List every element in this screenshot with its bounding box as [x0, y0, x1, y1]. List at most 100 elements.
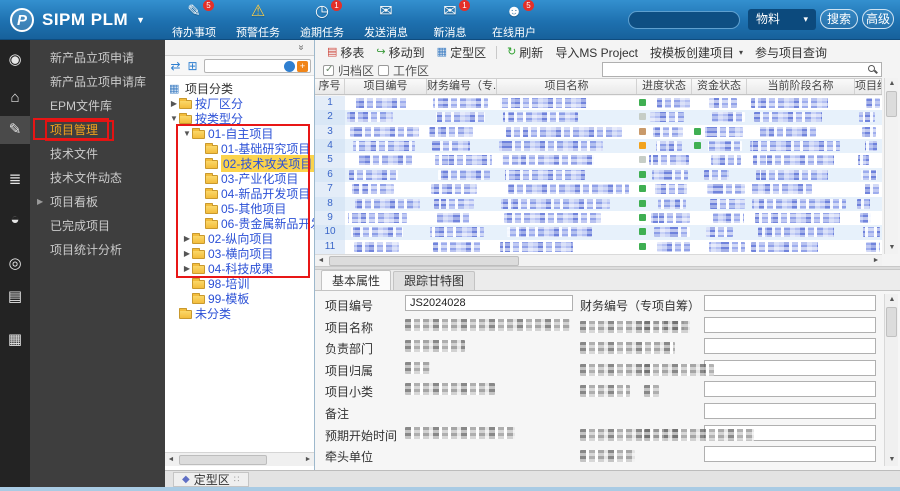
project-search-input[interactable] [602, 62, 882, 77]
scroll-track[interactable] [327, 255, 870, 267]
scroll-thumb[interactable] [179, 454, 267, 465]
expand-arrow-icon[interactable]: ▶ [37, 190, 43, 214]
table-row[interactable]: 5 [315, 153, 882, 168]
column-header[interactable]: 项目名称 [497, 79, 637, 94]
column-header[interactable]: 当前阶段名称 [747, 79, 855, 94]
header-quick-todo[interactable]: ✎ 5 待办事项 [165, 0, 223, 40]
scroll-thumb[interactable] [886, 307, 897, 337]
field-input[interactable] [704, 359, 876, 376]
column-header[interactable]: 财务编号（专... [427, 79, 497, 94]
rail-home-icon[interactable]: ⌂ [0, 84, 30, 112]
header-quick-online-users[interactable]: ☻ 5 在线用户 [485, 0, 543, 40]
logo-caret-icon[interactable]: ▼ [136, 15, 145, 25]
column-header[interactable]: 进度状态 [637, 79, 692, 94]
expand-arrow-icon[interactable]: ▶ [182, 249, 192, 258]
sidebar-item[interactable]: 已完成项目 [30, 214, 165, 238]
column-header[interactable]: 序号 [315, 79, 345, 94]
search-button[interactable]: 搜索 [820, 9, 858, 29]
tree-node[interactable]: 未分类 [165, 306, 314, 321]
rail-support-icon[interactable]: ◎ [0, 250, 30, 278]
tree-node[interactable]: 04-新品开发项目 [165, 186, 314, 201]
sidebar-item[interactable]: ▶ 项目看板 [30, 190, 165, 214]
toolbar-button[interactable]: 参与项目查询 [749, 43, 833, 61]
table-row[interactable]: 6 [315, 167, 882, 183]
collapse-arrow-icon[interactable]: ▼ [169, 114, 179, 123]
sidebar-item[interactable]: 新产品立项申请 [30, 46, 165, 70]
tree-refresh-icon[interactable]: ⇄ [168, 57, 183, 75]
scroll-down-icon[interactable]: ▼ [885, 242, 899, 254]
expand-arrow-icon[interactable]: ▶ [182, 234, 192, 243]
field-input[interactable] [704, 403, 876, 419]
sidebar-item[interactable]: 技术文件动态 [30, 166, 165, 190]
field-input[interactable]: JS2024028 [405, 295, 573, 311]
tree-node[interactable]: 05-其他项目 [165, 201, 314, 216]
tree-node[interactable]: ▶ 02-纵向项目 [165, 231, 314, 246]
table-row[interactable]: 7 [315, 182, 882, 197]
tree-node[interactable]: 06-贵金属新品开发项目 [165, 216, 314, 231]
tree-node[interactable]: 01-基础研究项目 [165, 141, 314, 156]
table-row[interactable]: 3 [315, 124, 882, 140]
scroll-up-icon[interactable]: ▲ [885, 78, 899, 90]
archive-zone-checkbox[interactable] [323, 64, 334, 76]
tree-node[interactable]: 99-模板 [165, 291, 314, 306]
table-horizontal-scrollbar[interactable]: ◄ ► [315, 254, 882, 266]
tree-node[interactable]: ▶ 按厂区分 [165, 96, 314, 111]
tree-structure-icon[interactable]: ⊞ [185, 57, 200, 75]
app-logo[interactable]: P SIPM PLM ▼ [10, 0, 145, 40]
search-category-select[interactable]: 物料 ▾ [748, 9, 816, 30]
work-zone-checkbox[interactable] [378, 64, 390, 76]
sidebar-item[interactable]: 项目统计分析 [30, 238, 165, 262]
table-row[interactable]: 2 [315, 110, 882, 125]
table-row[interactable]: 1 [315, 96, 882, 111]
expand-arrow-icon[interactable]: ▶ [182, 264, 192, 273]
sidebar-item[interactable]: 技术文件 [30, 142, 165, 166]
field-input[interactable] [704, 446, 876, 463]
expand-arrow-icon[interactable]: ▶ [169, 99, 179, 108]
tree-node[interactable]: ▶ 03-横向项目 [165, 246, 314, 261]
table-row[interactable]: 4 [315, 139, 882, 154]
field-input[interactable] [704, 295, 876, 311]
scroll-up-icon[interactable]: ▲ [885, 294, 899, 306]
archive-zone-label[interactable]: 归档区 [338, 62, 374, 79]
scroll-track[interactable] [177, 454, 302, 466]
collapse-arrow-icon[interactable]: ▼ [182, 129, 192, 138]
tree-node[interactable]: 03-产业化项目 [165, 171, 314, 186]
header-quick-new-message[interactable]: ✉ 1 新消息 [421, 0, 479, 40]
scroll-down-icon[interactable]: ▼ [885, 454, 899, 466]
toolbar-button[interactable]: ↪ 移动到 [370, 43, 430, 61]
column-header[interactable]: 项目编号 [345, 79, 427, 94]
table-row[interactable]: 10 [315, 225, 882, 240]
tab-基本属性[interactable]: 基本属性 [321, 270, 392, 290]
header-quick-send-message[interactable]: ✉ 发送消息 [357, 2, 415, 40]
rail-library-icon[interactable]: ▤ [0, 283, 30, 311]
sidebar-item[interactable]: 项目管理 [30, 118, 165, 142]
tree-horizontal-scrollbar[interactable]: ◄ ► [165, 452, 314, 466]
toolbar-button[interactable]: 导入MS Project [549, 43, 644, 61]
scroll-right-icon[interactable]: ► [302, 453, 314, 466]
header-quick-overdue-tasks[interactable]: ◷ 1 逾期任务 [293, 0, 351, 40]
table-row[interactable]: 8 [315, 196, 882, 211]
scroll-left-icon[interactable]: ◄ [165, 453, 177, 466]
toolbar-button[interactable]: 按模板创建项目 ▾ [644, 43, 749, 61]
collapse-panel-icon[interactable]: « [296, 45, 307, 51]
zone-tab[interactable]: ◆ 定型区 ∷ [173, 471, 250, 487]
tree-root-node[interactable]: ▦ 项目分类 [165, 81, 314, 96]
tree-add-icon[interactable]: + [297, 60, 308, 72]
sidebar-item[interactable]: 新产品立项申请库 [30, 70, 165, 94]
tree-node[interactable]: 98-培训 [165, 276, 314, 291]
tree-node[interactable]: ▶ 04-科技成果 [165, 261, 314, 276]
field-input[interactable] [704, 316, 876, 333]
advanced-search-button[interactable]: 高级 [862, 9, 894, 29]
field-input[interactable] [704, 381, 876, 398]
tab-跟踪甘特图[interactable]: 跟踪甘特图 [393, 271, 476, 290]
rail-search-icon[interactable]: ◉ [0, 46, 30, 74]
header-quick-warning-tasks[interactable]: ⚠ 预警任务 [229, 2, 287, 40]
column-header[interactable]: 资金状态 [692, 79, 747, 94]
table-row[interactable]: 11 [315, 239, 882, 254]
tree-node[interactable]: ▼ 按类型分 [165, 111, 314, 126]
search-icon[interactable] [868, 65, 875, 72]
scroll-thumb[interactable] [329, 255, 519, 266]
toolbar-button[interactable]: ▤ 移表 [321, 43, 370, 61]
table-vertical-scrollbar[interactable]: ▲ ▼ [884, 78, 898, 254]
sidebar-item[interactable]: EPM文件库 [30, 94, 165, 118]
